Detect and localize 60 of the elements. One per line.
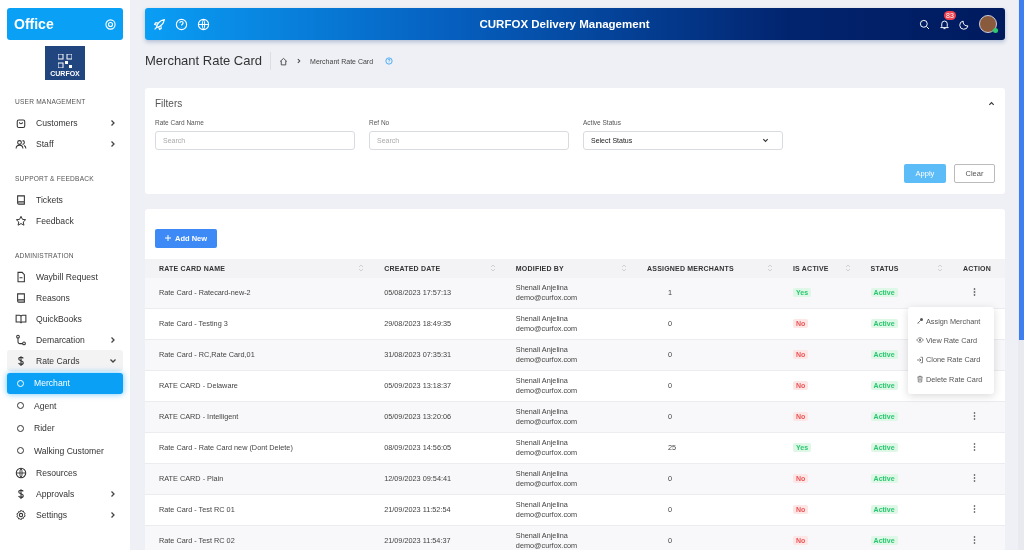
page-title: Merchant Rate Card — [145, 52, 272, 70]
sidebar-item[interactable]: Approvals — [7, 483, 123, 505]
filters-title: Filters — [155, 98, 183, 109]
chevron-icon — [762, 137, 769, 144]
user-avatar[interactable] — [979, 15, 997, 33]
sidebar-item[interactable]: Waybill Request — [7, 266, 123, 287]
sidebar-subitem[interactable]: Rider — [7, 417, 123, 439]
target-icon[interactable] — [105, 18, 116, 30]
sidebar-item[interactable]: Staff — [7, 133, 123, 154]
trash-icon — [916, 375, 924, 384]
more-options-icon[interactable] — [973, 473, 976, 482]
sidebar-subitem[interactable]: Walking Customer — [7, 440, 123, 461]
eye-icon — [916, 336, 924, 345]
chevron-up-icon[interactable] — [988, 100, 995, 107]
book-icon — [15, 291, 27, 304]
more-options-icon[interactable] — [973, 535, 976, 544]
star-icon — [15, 214, 27, 227]
sidebar-item[interactable]: QuickBooks — [7, 308, 123, 329]
book-icon — [15, 193, 27, 206]
brand-name: Office — [14, 16, 54, 32]
sidebar-item[interactable]: Settings — [7, 504, 123, 526]
sidebar-item[interactable]: Tickets — [7, 189, 123, 210]
more-options-icon[interactable] — [973, 287, 976, 296]
chevron-icon — [109, 139, 117, 148]
search-icon[interactable] — [919, 18, 930, 30]
app-title: CURFOX Delivery Management — [478, 18, 651, 30]
more-options-icon[interactable] — [973, 442, 976, 451]
bell-icon[interactable] — [939, 18, 950, 30]
moon-icon[interactable] — [959, 18, 970, 30]
sidebar-item[interactable]: Customers — [7, 112, 123, 133]
rocket-icon[interactable] — [153, 17, 166, 31]
route-icon — [15, 333, 27, 346]
sign-in-icon — [916, 355, 924, 364]
sidebar-item[interactable]: Reasons — [7, 287, 123, 308]
sidebar-item[interactable]: Demarcation — [7, 329, 123, 350]
sidebar-item[interactable]: Rate Cards — [7, 350, 123, 371]
dollar-icon — [15, 488, 27, 500]
chevron-icon — [109, 356, 117, 365]
globe-icon[interactable] — [197, 17, 210, 31]
plus-icon — [165, 235, 171, 241]
scrollbar-thumb[interactable] — [1019, 0, 1024, 340]
sidebar-item[interactable]: Feedback — [7, 210, 123, 231]
chevron-icon — [109, 490, 117, 498]
home-icon[interactable] — [279, 56, 289, 66]
globe-icon — [15, 467, 27, 479]
dollar-icon — [15, 354, 27, 367]
chevron-icon — [109, 118, 117, 127]
document-icon — [15, 270, 27, 283]
more-options-icon[interactable] — [973, 411, 976, 420]
open-book-icon — [15, 312, 27, 325]
chevron-icon — [296, 58, 303, 64]
sidebar-item[interactable]: Resources — [7, 462, 123, 484]
shopping-bag-icon — [15, 116, 27, 129]
sidebar-subitem[interactable]: Agent — [7, 395, 123, 416]
qr-code-icon — [58, 54, 72, 68]
settings-icon — [15, 509, 27, 521]
chevron-icon — [109, 335, 117, 344]
chevron-icon — [109, 511, 117, 519]
more-options-icon[interactable] — [973, 504, 976, 513]
users-icon — [15, 137, 27, 150]
